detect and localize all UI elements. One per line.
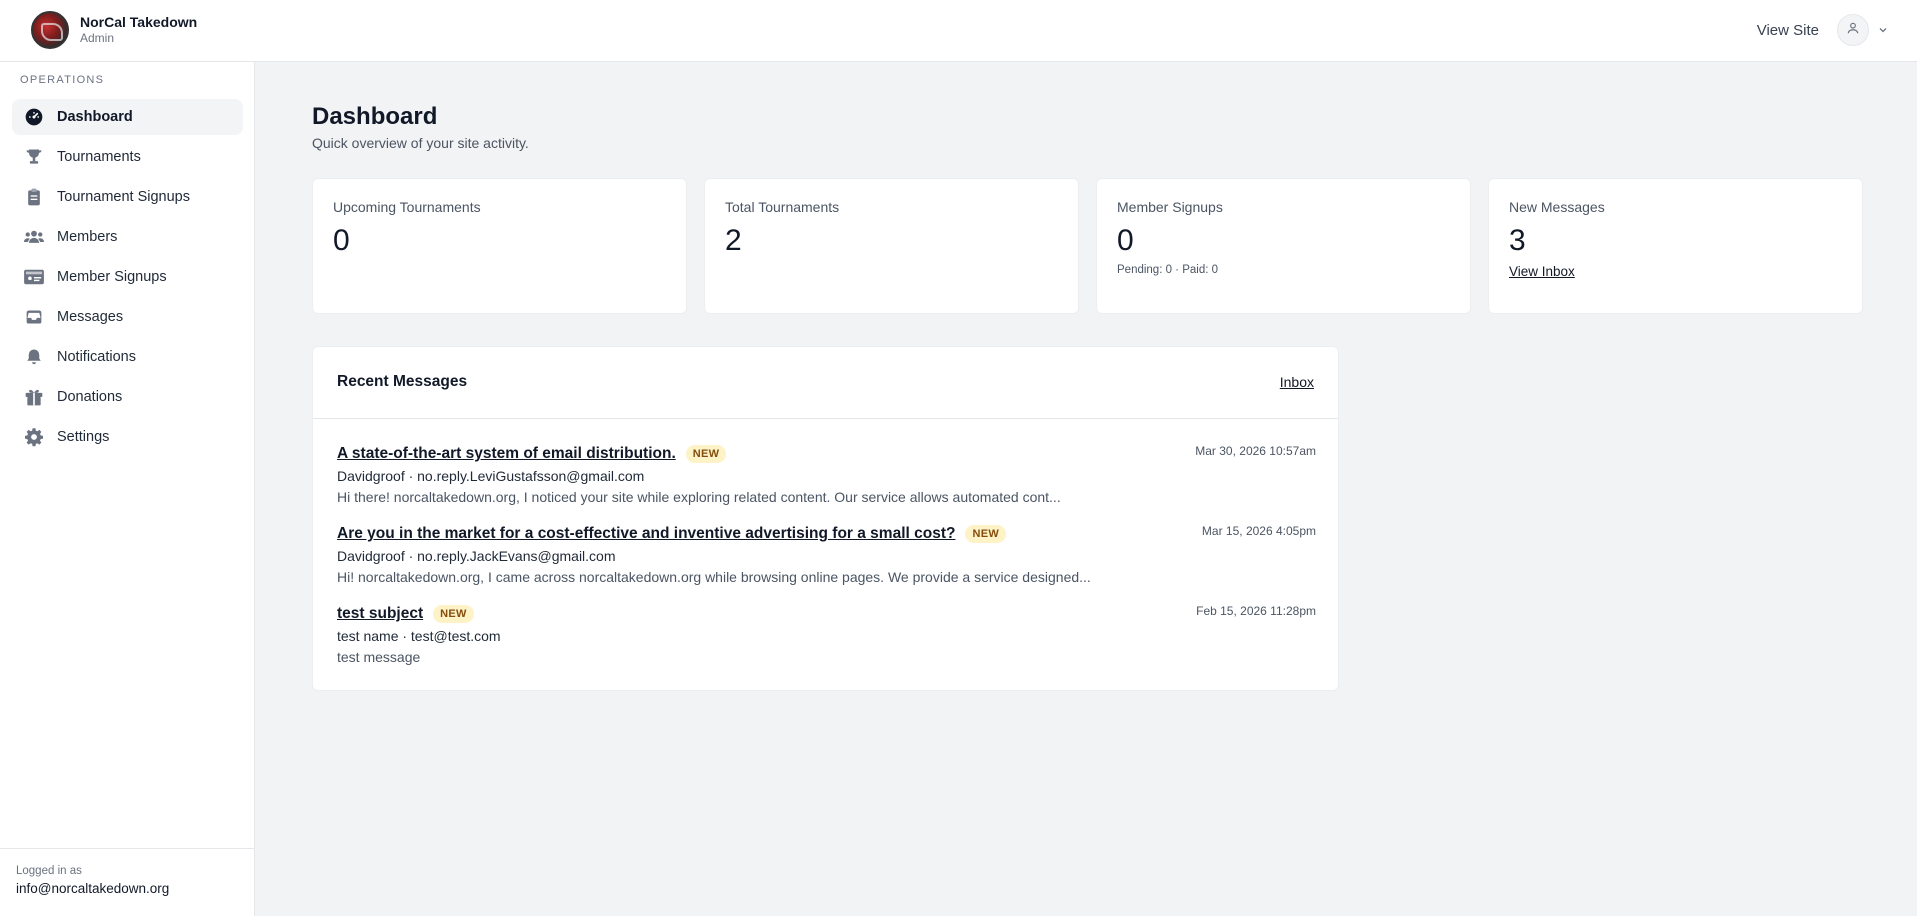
gear-icon [23,426,45,448]
message-preview: Hi! norcaltakedown.org, I came across no… [337,569,1091,585]
recent-messages-header: Recent Messages Inbox [313,347,1338,419]
logged-in-label: Logged in as [16,865,82,877]
sidebar-item-settings[interactable]: Settings [12,419,243,455]
sidebar-item-members[interactable]: Members [12,219,243,255]
clipboard-icon [23,186,45,208]
message-item: Are you in the market for a cost-effecti… [337,523,1316,587]
bell-icon [23,346,45,368]
sidebar-item-notifications[interactable]: Notifications [12,339,243,375]
message-preview: test message [337,649,421,665]
message-subject-link[interactable]: test subject [337,605,423,623]
stat-label: New Messages [1509,199,1605,215]
message-date: Mar 30, 2026 10:57am [1195,444,1316,458]
stat-card-member-signups: Member Signups 0 Pending: 0 · Paid: 0 [1096,178,1471,314]
page-title: Dashboard [312,103,438,130]
stat-value: 0 [1117,224,1134,257]
top-bar: NorCal Takedown Admin View Site [0,0,1917,62]
sidebar-item-label: Donations [57,389,123,405]
sidebar-nav: Dashboard Tournaments Tournament Signups… [12,99,243,459]
stat-card-new-messages: New Messages 3 View Inbox [1488,178,1863,314]
trophy-icon [23,146,45,168]
sidebar-item-label: Member Signups [57,269,167,285]
message-subject-link[interactable]: A state-of-the-art system of email distr… [337,445,676,463]
user-icon [1846,21,1860,40]
sidebar-footer: Logged in as info@norcaltakedown.org [0,848,254,916]
user-menu-button[interactable] [1837,14,1869,46]
inbox-link[interactable]: Inbox [1280,374,1314,390]
stat-value: 0 [333,224,350,257]
gift-icon [23,386,45,408]
chevron-down-icon[interactable] [1877,24,1889,36]
sidebar-item-tournaments[interactable]: Tournaments [12,139,243,175]
recent-messages-title: Recent Messages [337,373,468,390]
site-logo [31,11,69,49]
message-subject-link[interactable]: Are you in the market for a cost-effecti… [337,525,955,543]
id-card-icon [23,266,45,288]
stat-label: Member Signups [1117,199,1223,215]
message-date: Feb 15, 2026 11:28pm [1196,604,1316,618]
sidebar-item-label: Tournaments [57,149,141,165]
users-icon [23,226,45,248]
sidebar-item-member-signups[interactable]: Member Signups [12,259,243,295]
sidebar-item-label: Notifications [57,349,136,365]
stat-value: 2 [725,224,742,257]
sidebar: OPERATIONS Dashboard Tournaments Tournam… [0,62,255,916]
view-inbox-link[interactable]: View Inbox [1509,264,1575,279]
sidebar-item-messages[interactable]: Messages [12,299,243,335]
new-badge: NEW [433,605,474,623]
stat-value: 3 [1509,224,1526,257]
new-badge: NEW [965,525,1007,543]
sidebar-item-label: Members [57,229,118,245]
message-sender: Davidgroof · no.reply.JackEvans@gmail.co… [337,548,616,564]
dashboard-gauge-icon [23,106,45,128]
brand[interactable]: NorCal Takedown Admin [31,11,197,49]
view-site-link[interactable]: View Site [1757,22,1819,39]
logged-in-email: info@norcaltakedown.org [16,881,170,896]
sidebar-item-label: Settings [57,429,110,445]
sidebar-item-label: Dashboard [57,109,133,125]
new-badge: NEW [685,445,727,463]
message-item: A state-of-the-art system of email distr… [337,443,1316,507]
sidebar-item-tournament-signups[interactable]: Tournament Signups [12,179,243,215]
message-item: test subject NEW Feb 15, 2026 11:28pm te… [337,603,1316,667]
sidebar-item-donations[interactable]: Donations [12,379,243,415]
message-sender: test name · test@test.com [337,628,501,644]
sidebar-item-label: Messages [57,309,124,325]
brand-name: NorCal Takedown [80,13,198,30]
inbox-icon [23,306,45,328]
stat-label: Upcoming Tournaments [333,199,481,215]
stat-label: Total Tournaments [725,199,840,215]
stat-card-total-tournaments: Total Tournaments 2 [704,178,1079,314]
message-sender: Davidgroof · no.reply.LeviGustafsson@gma… [337,468,645,484]
recent-messages-card: Recent Messages Inbox A state-of-the-art… [312,346,1339,691]
message-date: Mar 15, 2026 4:05pm [1201,524,1316,538]
brand-role: Admin [80,31,115,46]
message-preview: Hi there! norcaltakedown.org, I noticed … [337,489,1061,505]
sidebar-item-dashboard[interactable]: Dashboard [12,99,243,135]
page-subtitle: Quick overview of your site activity. [312,135,529,151]
sidebar-section-label: OPERATIONS [20,74,105,86]
sidebar-item-label: Tournament Signups [57,189,190,205]
stat-card-upcoming-tournaments: Upcoming Tournaments 0 [312,178,687,314]
stat-note: Pending: 0 · Paid: 0 [1117,264,1219,276]
